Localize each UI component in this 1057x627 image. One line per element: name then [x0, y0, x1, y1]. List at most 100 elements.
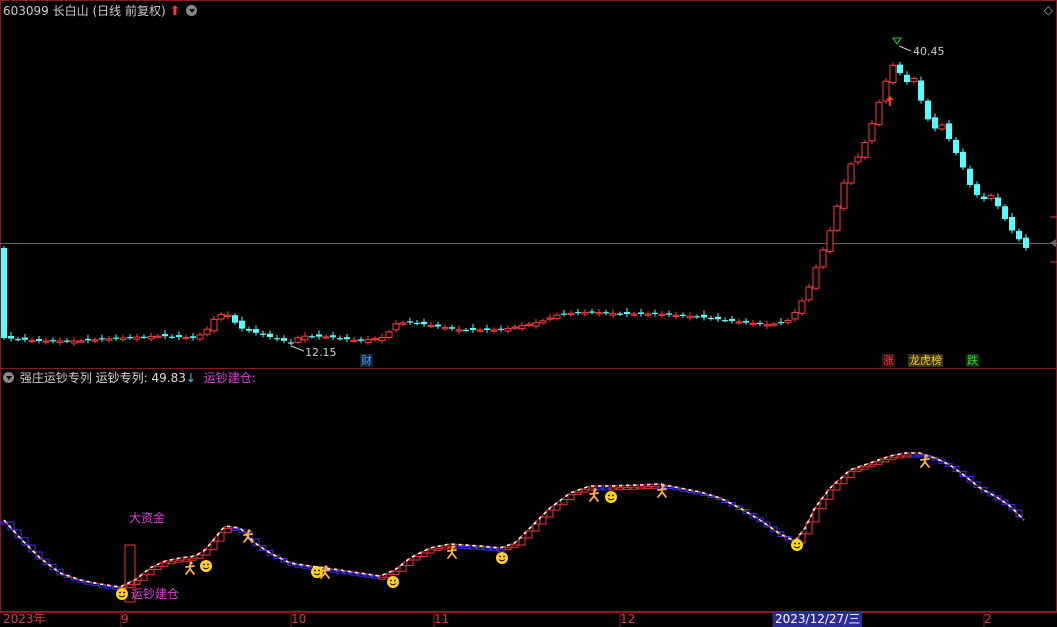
high-price-label: 40.45 — [913, 45, 945, 58]
high-marker-icon — [892, 37, 902, 45]
candle-body-down — [946, 123, 952, 139]
candle-body-up — [805, 286, 813, 301]
indicator-step — [455, 545, 463, 549]
x-axis-label-oct: 10 — [291, 612, 307, 626]
candle-body-down — [176, 335, 182, 338]
indicator-name[interactable]: 强庄运钞专列 — [20, 371, 92, 385]
indicator-step — [581, 489, 589, 493]
candle-body-up — [644, 313, 652, 316]
smiley-icon — [116, 588, 128, 600]
indicator-step — [182, 558, 190, 562]
indicator-step — [532, 523, 540, 532]
candle-body-down — [925, 100, 931, 120]
candle-body-up — [770, 323, 778, 326]
smiley-icon — [791, 539, 803, 551]
indicator-step — [560, 499, 568, 506]
big-capital-annotation: 大资金 — [129, 511, 166, 525]
indicator-step — [476, 547, 484, 551]
chevron-down-icon[interactable] — [3, 372, 14, 383]
stock-chart-window: 603099 长白山 (日线 前复权) ⬆ ◇ 40.45 12.15 财 涨 … — [0, 0, 1057, 627]
indicator-step — [833, 483, 841, 491]
candle-body-up — [42, 340, 50, 343]
candle-body-down — [652, 312, 658, 314]
candle-body-up — [847, 163, 855, 184]
candle-body-down — [344, 337, 350, 340]
indicator-step — [357, 573, 365, 577]
indicator-step — [196, 554, 204, 559]
low-price-label: 12.15 — [305, 346, 337, 359]
candle-body-down — [729, 318, 735, 321]
candle-body-up — [826, 230, 834, 252]
candle-body-down — [127, 337, 133, 339]
chevron-down-icon[interactable] — [186, 5, 198, 16]
stock-code[interactable]: 603099 — [3, 4, 49, 18]
indicator-step — [154, 565, 162, 571]
indicator-step — [490, 548, 498, 552]
indicator-step — [504, 546, 512, 551]
candle-body-up — [840, 182, 848, 209]
indicator-header: 强庄运钞专列 运钞专列: 49.83↓ 运钞建仓: — [0, 368, 256, 388]
candle-body-down — [309, 336, 315, 338]
up-arrow-icon: ⬆ — [169, 4, 181, 19]
candle-body-down — [722, 320, 728, 322]
candle-body-down — [162, 334, 168, 337]
candle-body-up — [455, 329, 463, 332]
indicator-step — [917, 454, 925, 458]
indicator-series-value: 49.83 — [151, 371, 186, 385]
runner-icon — [657, 487, 667, 498]
candle-body-down — [960, 151, 966, 168]
event-badge-limit-up[interactable]: 涨 — [882, 354, 895, 367]
candle-body-up — [672, 314, 680, 317]
diamond-icon[interactable]: ◇ — [1044, 3, 1053, 17]
candle-body-down — [8, 336, 14, 339]
chart-period[interactable]: (日线 前复权) — [92, 4, 165, 18]
candle-body-up — [567, 312, 575, 316]
candle-body-up — [518, 325, 526, 330]
candle-body-down — [407, 321, 413, 323]
indicator-step — [413, 556, 421, 561]
indicator-step — [161, 562, 169, 567]
smiley-eye — [794, 542, 796, 545]
x-axis-label-dec: 12 — [620, 612, 636, 626]
indicator-step — [231, 527, 239, 531]
candle-body-down — [666, 313, 672, 315]
smiley-eye — [207, 563, 209, 566]
smiley-icon — [387, 576, 399, 588]
stock-name[interactable]: 长白山 — [53, 4, 89, 18]
indicator-step — [364, 574, 372, 578]
event-badge-limit-down[interactable]: 跌 — [966, 354, 979, 367]
x-axis-cursor-date: 2023/12/27/三 — [773, 612, 863, 627]
candle-body-up — [350, 339, 358, 342]
event-badge-dragon-tiger[interactable]: 龙虎榜 — [908, 354, 943, 367]
indicator-step — [630, 486, 638, 490]
candle-body-up — [133, 336, 141, 340]
event-badge-finance[interactable]: 财 — [360, 354, 373, 367]
indicator-step — [189, 557, 197, 561]
candle-body-up — [854, 156, 862, 163]
indicator-step — [294, 564, 302, 568]
down-arrow-icon: ↓ — [185, 371, 196, 385]
candle-body-down — [36, 339, 42, 341]
candle-body-down — [904, 74, 910, 82]
indicator-step — [378, 576, 386, 580]
smiley-eye — [203, 563, 205, 566]
candle-body-up — [609, 313, 617, 316]
candle-body-down — [449, 327, 455, 329]
candle-body-down — [232, 315, 238, 323]
candle-body-up — [658, 313, 666, 316]
candle-body-up — [749, 322, 757, 325]
candle-body-down — [715, 316, 721, 320]
indicator-step — [602, 487, 610, 491]
candle-body-up — [861, 142, 869, 158]
candle-body-down — [995, 197, 1001, 207]
candle-body-down — [470, 328, 476, 330]
candle-body-up — [504, 327, 512, 332]
indicator-step — [889, 456, 897, 460]
candle-body-up — [798, 300, 806, 314]
smiley-icon — [311, 566, 323, 578]
smiley-eye — [390, 579, 392, 582]
candle-body-up — [875, 101, 883, 126]
candle-body-up — [938, 124, 946, 130]
candle-body-down — [897, 64, 903, 74]
candle-body-down — [575, 312, 581, 314]
